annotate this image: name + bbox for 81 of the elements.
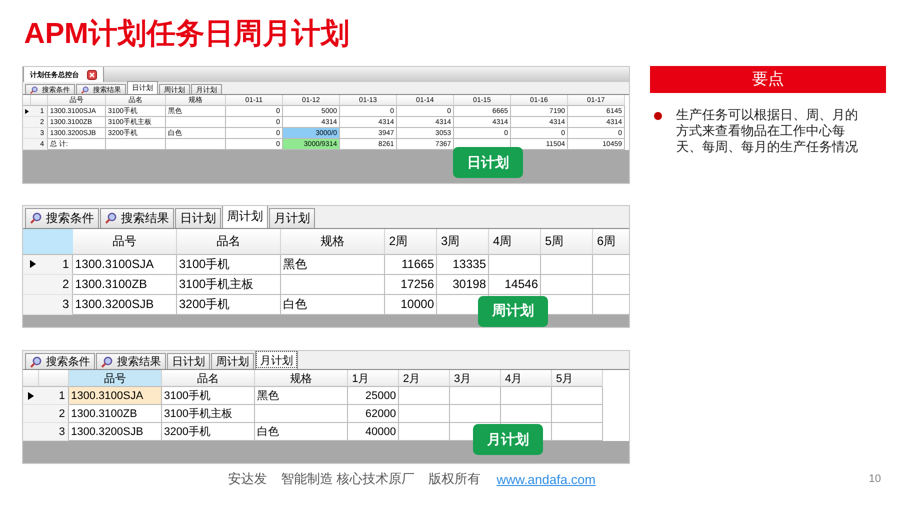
row-number: 3: [39, 423, 69, 442]
table-cell: 3100手机主板: [162, 405, 255, 424]
table-cell: 黑色: [281, 254, 385, 275]
row-number: 2: [43, 274, 73, 295]
table-cell: [450, 387, 501, 406]
table-cell: 3100手机: [162, 387, 255, 406]
plan-badge: 月计划: [473, 424, 543, 456]
plan-badge: 周计划: [478, 296, 548, 327]
table-cell: [501, 387, 552, 406]
plan-badge: 日计划: [453, 147, 523, 178]
page-number: 10: [868, 473, 881, 485]
tab[interactable]: 日计划: [175, 208, 221, 228]
table-cell: 3100手机主板: [177, 274, 281, 295]
footer-text: 版权所有: [428, 470, 481, 488]
table-cell: 黑色: [255, 387, 348, 406]
table-cell: 13335: [437, 254, 489, 275]
column-header: 2周: [385, 228, 437, 255]
magnifier-icon: [30, 356, 42, 368]
bullet-text: 生产任务可以根据日、周、月的方式来查看物品在工作中心每天、每周、每月的生产任务情况: [676, 107, 859, 155]
magnifier-icon: [81, 86, 89, 94]
column-header: 品号: [69, 370, 162, 388]
table-cell: [450, 405, 501, 424]
row-pointer-icon: [30, 260, 36, 268]
column-header: 5周: [541, 228, 593, 255]
table-cell: 62000: [348, 405, 399, 424]
column-header: 4周: [489, 228, 541, 255]
slide-title: APM计划任务日周月计划: [23, 17, 350, 52]
table-cell: [501, 405, 552, 424]
column-header: 2月: [399, 370, 450, 388]
table-cell: 1300.3100ZB: [69, 405, 162, 424]
row-number: 1: [43, 254, 73, 275]
table-cell: [399, 387, 450, 406]
column-header: 3周: [437, 228, 489, 255]
row-number: 2: [39, 405, 69, 424]
column-header: 3月: [450, 370, 501, 388]
table-cell: 3100手机: [177, 254, 281, 275]
tab[interactable]: 月计划: [269, 208, 315, 228]
magnifier-icon: [101, 356, 113, 368]
column-header: 5月: [552, 370, 603, 388]
table-cell: [541, 274, 593, 295]
column-header: 品名: [177, 228, 281, 255]
tab[interactable]: 周计划: [211, 353, 254, 370]
table-cell: 30198: [437, 274, 489, 295]
row-number: 1: [39, 387, 69, 406]
footer-text: 安达发: [228, 470, 267, 488]
bullet-icon: [654, 112, 662, 120]
section-heading: 要点: [650, 66, 886, 93]
table-cell: 1300.3100SJA: [73, 254, 177, 275]
row-pointer-icon: [25, 108, 29, 114]
row-number: 3: [43, 294, 73, 315]
table-cell: 1300.3100SJA: [69, 387, 162, 406]
table-cell: [166, 117, 226, 128]
table-cell: [399, 405, 450, 424]
table-cell: [541, 254, 593, 275]
table-cell: [552, 405, 603, 424]
tab[interactable]: 搜索结果: [96, 353, 166, 370]
row-pointer-icon: [28, 392, 34, 400]
tab[interactable]: 日计划: [167, 353, 210, 370]
tab[interactable]: 月计划: [255, 351, 298, 370]
tab[interactable]: 搜索条件: [25, 353, 95, 370]
tab[interactable]: 周计划: [222, 206, 268, 228]
column-header: 规格: [255, 370, 348, 388]
table-cell: 11665: [385, 254, 437, 275]
table-cell: 25000: [348, 387, 399, 406]
table-cell: 1300.3100ZB: [73, 274, 177, 295]
tab[interactable]: 搜索条件: [25, 208, 99, 228]
magnifier-icon: [30, 86, 38, 94]
table-cell: 14546: [489, 274, 541, 295]
table-cell: [489, 254, 541, 275]
table-cell: [552, 387, 603, 406]
tab[interactable]: 搜索结果: [100, 208, 174, 228]
column-header: 品名: [162, 370, 255, 388]
close-icon: [87, 70, 97, 80]
footer-text: 智能制造 核心技术原厂: [281, 470, 415, 488]
column-header: 规格: [281, 228, 385, 255]
column-header: 1月: [348, 370, 399, 388]
column-header: 4月: [501, 370, 552, 388]
magnifier-icon: [105, 212, 117, 224]
magnifier-icon: [30, 212, 42, 224]
table-cell: 17256: [385, 274, 437, 295]
column-header: 品号: [73, 228, 177, 255]
